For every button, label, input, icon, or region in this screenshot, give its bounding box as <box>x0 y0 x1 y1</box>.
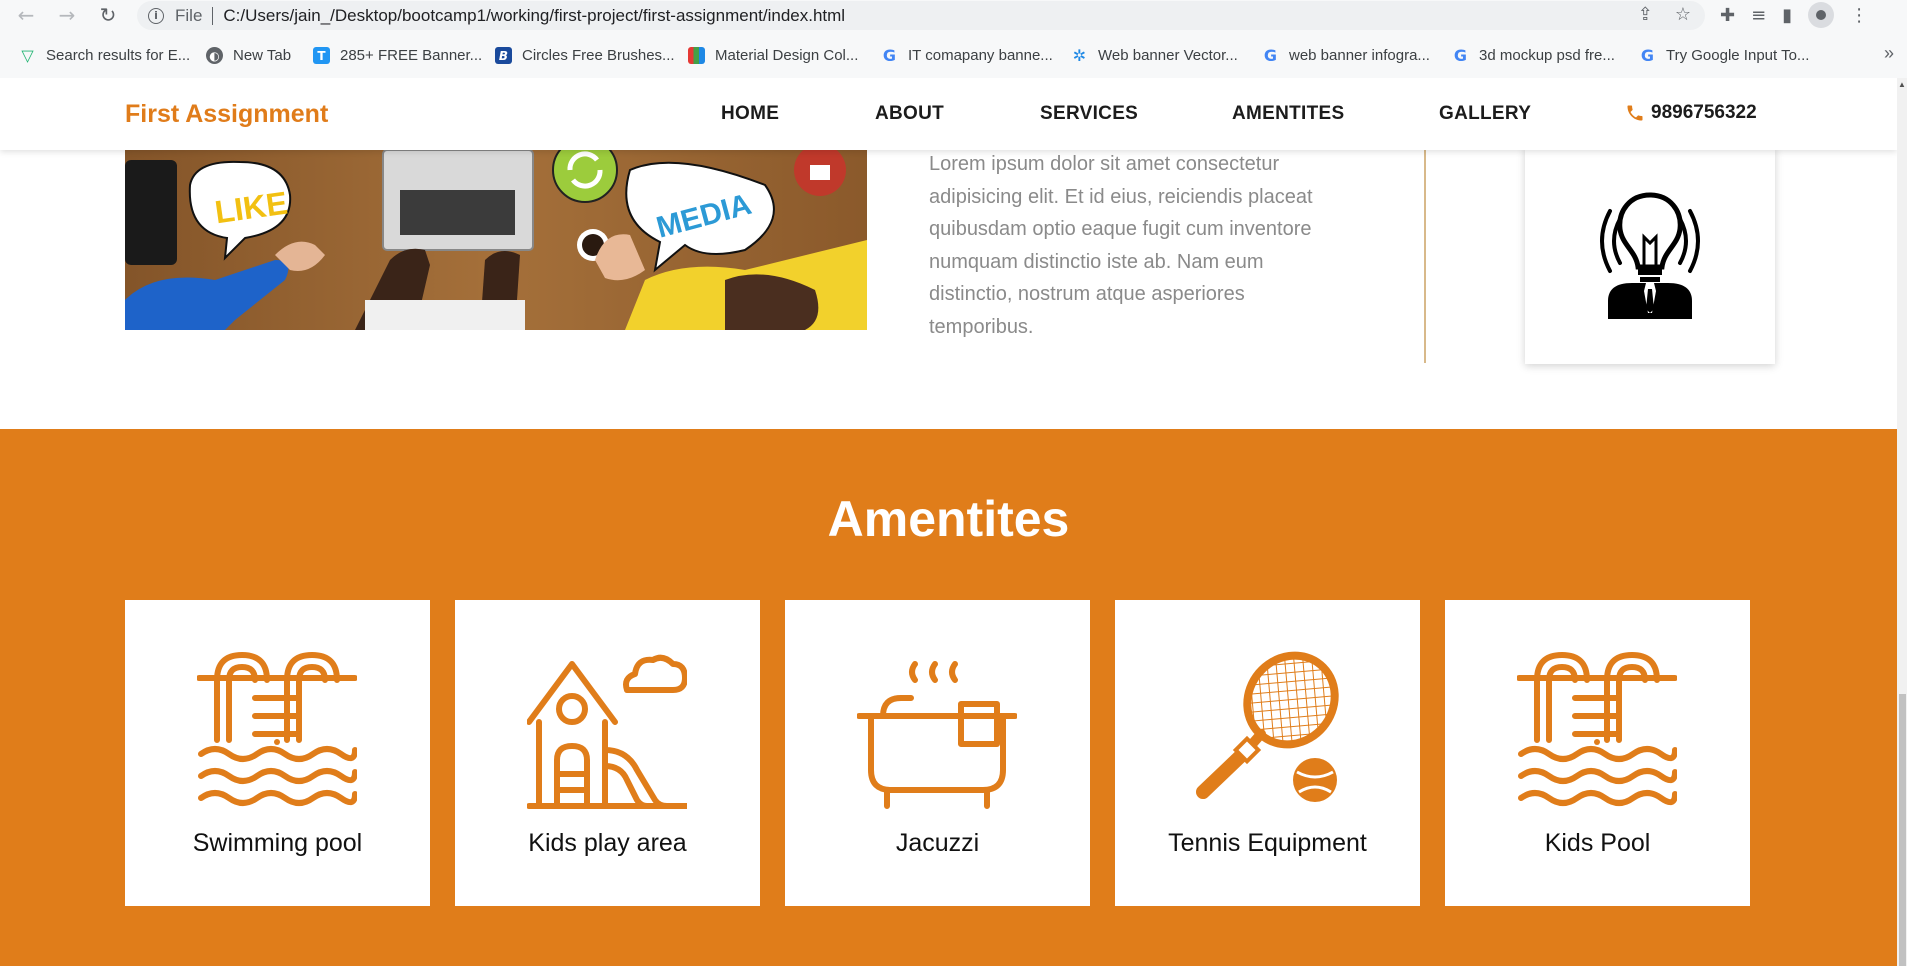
amenity-card[interactable]: Kids Pool <box>1445 600 1750 906</box>
google-icon: G <box>1453 46 1468 65</box>
reload-icon[interactable]: ↻ <box>94 1 122 29</box>
scroll-up-arrow-icon[interactable]: ▲ <box>1897 80 1907 90</box>
bookmarks-bar: ▽ Search results for E... ◐ New Tab T 28… <box>0 40 1907 70</box>
bookmark-item[interactable]: ✲ Web banner Vector... <box>1071 46 1238 65</box>
amenities-section: Amentites Swimming pool Kids play area J… <box>0 429 1897 966</box>
bookmark-item[interactable]: G IT comapany banne... <box>881 46 1053 65</box>
bookmark-label: Material Design Col... <box>715 47 859 64</box>
bookmark-star-icon[interactable]: ☆ <box>1675 4 1691 25</box>
bookmark-item[interactable]: Material Design Col... <box>688 47 858 64</box>
bathtub-icon <box>857 661 1017 809</box>
phone-number: 9896756322 <box>1651 102 1757 123</box>
reading-list-icon[interactable]: ≡ <box>1751 5 1766 26</box>
bookmark-item[interactable]: T 285+ FREE Banner... <box>313 47 482 64</box>
back-arrow-icon[interactable]: ← <box>12 1 40 29</box>
amenity-card[interactable]: Jacuzzi <box>785 600 1090 906</box>
t-logo-icon: T <box>313 47 330 64</box>
about-description: Lorem ipsum dolor sit amet consectetur a… <box>929 153 1313 338</box>
amenity-card[interactable]: Swimming pool <box>125 600 430 906</box>
browser-chrome: ← → ↻ i File C:/Users/jain_/Desktop/boot… <box>0 0 1907 78</box>
forward-arrow-icon[interactable]: → <box>53 1 81 29</box>
phone-link[interactable]: 9896756322 <box>1625 102 1757 124</box>
more-bookmarks-chevron-icon[interactable]: » <box>1884 43 1894 64</box>
globe-icon: ◐ <box>206 47 223 64</box>
share-icon[interactable]: ⇪ <box>1638 4 1653 25</box>
bookmark-label: Web banner Vector... <box>1098 47 1238 64</box>
tennis-racket-icon <box>1196 651 1339 802</box>
amenity-label: Kids play area <box>528 829 687 857</box>
nav-link-gallery[interactable]: GALLERY <box>1439 103 1531 125</box>
bookmark-label: 285+ FREE Banner... <box>340 47 483 64</box>
google-icon: G <box>1640 46 1655 65</box>
bookmark-item[interactable]: ◐ New Tab <box>206 47 291 64</box>
address-bar-row: ← → ↻ i File C:/Users/jain_/Desktop/boot… <box>0 0 1907 30</box>
bookmark-label: Circles Free Brushes... <box>522 47 675 64</box>
file-scheme-label: File <box>175 5 203 25</box>
extensions-puzzle-icon[interactable]: ✚ <box>1720 5 1735 26</box>
amenities-title: Amentites <box>827 491 1070 547</box>
nav-link-services[interactable]: SERVICES <box>1040 103 1138 125</box>
vector-logo-icon: ▽ <box>21 46 34 65</box>
pool-ladder-icon <box>197 651 357 806</box>
lightbulb-person-icon <box>1600 192 1700 319</box>
bookmark-item[interactable]: G Try Google Input To... <box>1639 46 1810 65</box>
pool-ladder-icon <box>1517 651 1677 806</box>
kebab-menu-icon[interactable]: ⋮ <box>1850 5 1868 26</box>
nav-link-about[interactable]: ABOUT <box>875 103 944 125</box>
b-logo-icon: B <box>495 47 512 64</box>
amenity-card[interactable]: Tennis Equipment <box>1115 600 1420 906</box>
brand-logo[interactable]: First Assignment <box>125 100 328 129</box>
palette-icon <box>688 47 705 64</box>
bookmark-item[interactable]: B Circles Free Brushes... <box>495 47 675 64</box>
bookmark-item[interactable]: G 3d mockup psd fre... <box>1452 46 1615 65</box>
idea-card <box>1525 146 1775 364</box>
bookmark-label: New Tab <box>233 47 292 64</box>
bookmark-item[interactable]: G web banner infogra... <box>1262 46 1430 65</box>
vertical-divider <box>1424 150 1426 363</box>
address-separator <box>212 6 214 25</box>
site-info-icon[interactable]: i <box>148 7 164 24</box>
amenity-label: Tennis Equipment <box>1168 829 1367 857</box>
page-viewport: First Assignment HOME ABOUT SERVICES AME… <box>0 78 1897 966</box>
amenity-card[interactable]: Kids play area <box>455 600 760 906</box>
url-text[interactable]: C:/Users/jain_/Desktop/bootcamp1/working… <box>223 6 845 26</box>
gear-icon: ✲ <box>1072 46 1087 65</box>
phone-icon <box>1627 105 1643 121</box>
amenity-label: Swimming pool <box>192 829 363 857</box>
nav-link-home[interactable]: HOME <box>721 103 779 125</box>
playhouse-slide-icon <box>527 654 687 809</box>
bookmark-label: web banner infogra... <box>1289 47 1430 64</box>
nav-link-amenities[interactable]: AMENTITES <box>1232 103 1344 125</box>
profile-avatar-icon[interactable] <box>1808 2 1835 28</box>
bookmark-label: 3d mockup psd fre... <box>1479 47 1615 64</box>
amenity-label: Kids Pool <box>1544 829 1651 857</box>
amenity-label: Jacuzzi <box>895 829 980 857</box>
site-navbar: First Assignment HOME ABOUT SERVICES AME… <box>0 78 1897 150</box>
bookmark-label: Try Google Input To... <box>1666 47 1810 64</box>
bookmark-label: IT comapany banne... <box>908 47 1053 64</box>
social-media-hero-image: LIKE MEDIA <box>125 150 867 330</box>
google-icon: G <box>1263 46 1278 65</box>
bookmark-item[interactable]: ▽ Search results for E... <box>19 46 191 65</box>
google-icon: G <box>882 46 897 65</box>
side-panel-icon[interactable]: ▮ <box>1782 5 1792 26</box>
scrollbar-thumb[interactable] <box>1899 694 1906 966</box>
bookmark-label: Search results for E... <box>46 47 191 64</box>
address-bar[interactable]: i File C:/Users/jain_/Desktop/bootcamp1/… <box>137 1 1705 30</box>
